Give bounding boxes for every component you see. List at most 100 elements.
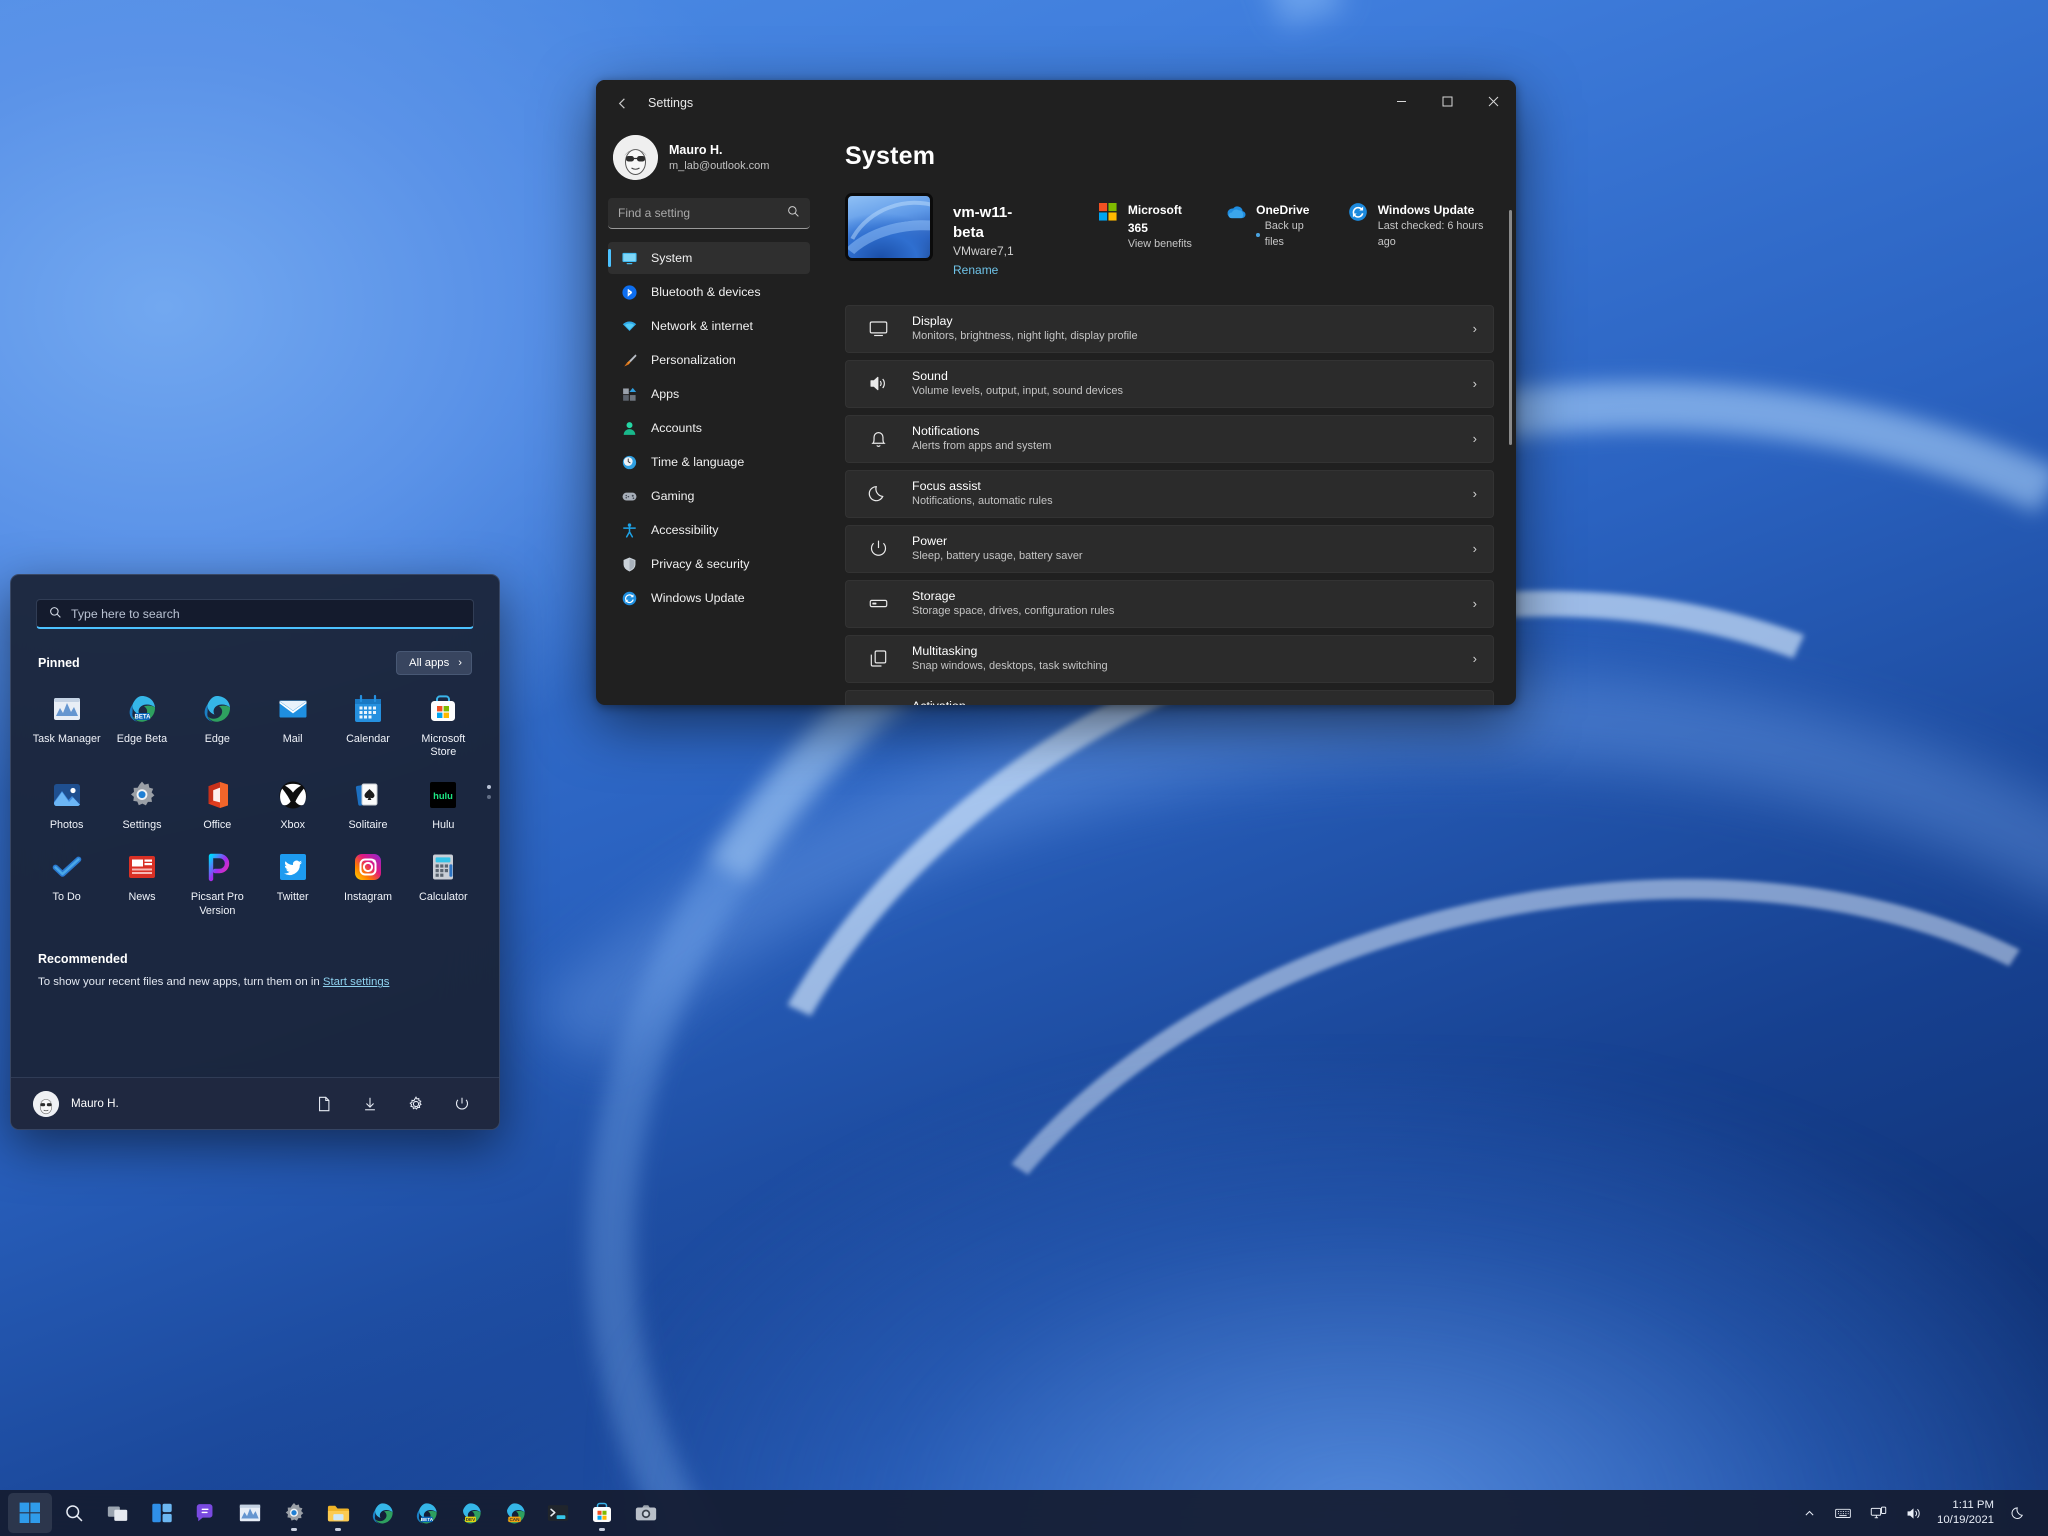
pinned-app-label: Xbox [280,819,305,832]
edge-beta-button[interactable]: BETA [404,1493,448,1533]
close-button[interactable] [1470,80,1516,122]
settings-search-box[interactable] [608,198,810,229]
network-icon[interactable] [1861,1493,1896,1533]
sidebar-item-bluetooth-devices[interactable]: Bluetooth & devices [608,276,810,308]
settings-card-focus-assist[interactable]: Focus assistNotifications, automatic rul… [845,470,1494,518]
card-subtitle: Alerts from apps and system [912,439,1473,455]
avatar [613,135,658,180]
pinned-app-settings[interactable]: Settings [104,770,179,840]
file-explorer-button[interactable] [316,1493,360,1533]
onedrive-cloud-icon [1226,201,1247,222]
pinned-app-edge[interactable]: Edge [180,684,255,768]
pinned-app-calculator[interactable]: Calculator [406,842,481,926]
pinned-app-to-do[interactable]: To Do [29,842,104,926]
wifi-icon [621,318,638,335]
monitor-icon [621,250,638,267]
pinned-app-xbox[interactable]: Xbox [255,770,330,840]
quick-link-onedrive[interactable]: OneDriveBack up files [1226,201,1320,253]
pinned-app-news[interactable]: News [104,842,179,926]
sidebar-item-personalization[interactable]: Personalization [608,344,810,376]
moon-icon[interactable] [2002,1493,2036,1533]
start-search-box[interactable] [36,599,474,629]
settings-nav-list: System Bluetooth & devices Network & inter… [608,242,810,614]
settings-card-multitasking[interactable]: MultitaskingSnap windows, desktops, task… [845,635,1494,683]
rename-link[interactable]: Rename [953,261,1038,279]
pinned-app-calendar[interactable]: Calendar [330,684,405,768]
clock[interactable]: 1:11 PM 10/19/2021 [1931,1498,2002,1529]
quick-links: Microsoft 365View benefits OneDriveBack u… [1098,193,1494,253]
all-apps-button[interactable]: All apps › [396,651,472,675]
task-view-button[interactable] [96,1493,140,1533]
camera-button[interactable] [624,1493,668,1533]
chat-button[interactable] [184,1493,228,1533]
sidebar-item-label: Bluetooth & devices [651,285,761,299]
search-button[interactable] [52,1493,96,1533]
person-icon [621,420,638,437]
windows-update-icon [1348,201,1369,222]
pinned-app-twitter[interactable]: Twitter [255,842,330,926]
settings-card-display[interactable]: DisplayMonitors, brightness, night light… [845,305,1494,353]
back-button[interactable] [604,87,640,119]
twitter-icon [277,851,309,883]
start-user-button[interactable]: Mauro H. [33,1091,119,1117]
settings-card-storage[interactable]: StorageStorage space, drives, configurat… [845,580,1494,628]
microsoft-store-button[interactable] [580,1493,624,1533]
page-dot-active[interactable] [487,785,491,789]
start-search-input[interactable] [71,607,461,621]
settings-card-sound[interactable]: SoundVolume levels, output, input, sound… [845,360,1494,408]
scrollbar-thumb[interactable] [1509,210,1512,445]
task-manager-button[interactable] [228,1493,272,1533]
instagram-icon [352,851,384,883]
maximize-button[interactable] [1424,80,1470,122]
pinned-app-microsoft-store[interactable]: Microsoft Store [406,684,481,768]
pinned-app-instagram[interactable]: Instagram [330,842,405,926]
sidebar-item-privacy-security[interactable]: Privacy & security [608,548,810,580]
minimize-button[interactable] [1378,80,1424,122]
sidebar-item-gaming[interactable]: Gaming [608,480,810,512]
page-dot-inactive[interactable] [487,795,491,799]
start-settings-link[interactable]: Start settings [323,976,389,988]
chevron-up-icon[interactable] [1794,1493,1825,1533]
quick-link-microsoft-365[interactable]: Microsoft 365View benefits [1098,201,1198,253]
card-title: Power [912,533,1473,549]
search-input[interactable] [618,206,787,220]
settings-card-notifications[interactable]: NotificationsAlerts from apps and system… [845,415,1494,463]
search-icon [787,205,800,221]
chevron-right-icon: › [1473,596,1477,611]
terminal-button[interactable] [536,1493,580,1533]
sidebar-item-accessibility[interactable]: Accessibility [608,514,810,546]
widgets-button[interactable] [140,1493,184,1533]
pinned-app-picsart-pro-version[interactable]: Picsart Pro Version [180,842,255,926]
settings-card-activation[interactable]: ActivationActivation state, subscription… [845,690,1494,705]
quick-link-title: Windows Update [1378,203,1475,217]
downloads-icon[interactable] [359,1093,381,1115]
pinned-page-indicator[interactable] [487,785,491,799]
sidebar-item-time-language[interactable]: Time & language [608,446,810,478]
documents-icon[interactable] [313,1093,335,1115]
main-scrollbar[interactable] [1509,210,1512,680]
account-row[interactable]: Mauro H. m_lab@outlook.com [608,126,810,198]
pinned-app-photos[interactable]: Photos [29,770,104,840]
sidebar-item-windows-update[interactable]: Windows Update [608,582,810,614]
start-button[interactable] [8,1493,52,1533]
pinned-app-mail[interactable]: Mail [255,684,330,768]
edge-dev-button[interactable]: DEV [448,1493,492,1533]
pinned-app-task-manager[interactable]: Task Manager [29,684,104,768]
edge-button[interactable] [360,1493,404,1533]
sidebar-item-network-internet[interactable]: Network & internet [608,310,810,342]
pinned-app-office[interactable]: Office [180,770,255,840]
quick-link-windows-update[interactable]: Windows UpdateLast checked: 6 hours ago [1348,201,1494,253]
settings-card-power[interactable]: PowerSleep, battery usage, battery saver… [845,525,1494,573]
sidebar-item-accounts[interactable]: Accounts [608,412,810,444]
sidebar-item-system[interactable]: System [608,242,810,274]
volume-icon[interactable] [1896,1493,1931,1533]
settings-button[interactable] [272,1493,316,1533]
sidebar-item-apps[interactable]: Apps [608,378,810,410]
settings-gear-icon[interactable] [405,1093,427,1115]
pinned-app-edge-beta[interactable]: BETAEdge Beta [104,684,179,768]
pinned-app-hulu[interactable]: huluHulu [406,770,481,840]
pinned-app-solitaire[interactable]: Solitaire [330,770,405,840]
edge-canary-button[interactable]: CAN [492,1493,536,1533]
keyboard-icon[interactable] [1825,1493,1861,1533]
power-icon[interactable] [451,1093,473,1115]
